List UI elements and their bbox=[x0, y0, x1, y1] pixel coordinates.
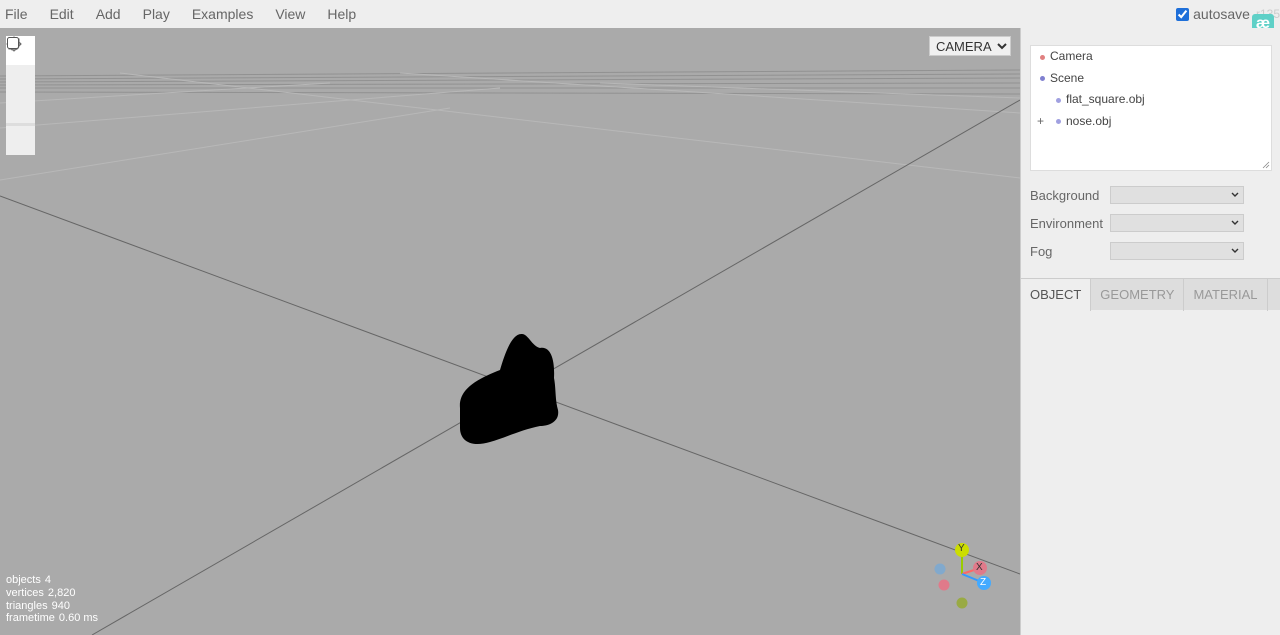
gizmo-neg-x bbox=[938, 579, 950, 591]
environment-row: Environment bbox=[1030, 213, 1272, 233]
mesh-dot-icon bbox=[1056, 97, 1061, 103]
scene-info: objects 4 vertices 2,820 triangles 940 fram… bbox=[6, 574, 98, 625]
triangles-label: triangles bbox=[6, 599, 48, 612]
mesh-dot-icon bbox=[1056, 119, 1061, 124]
mesh-object[interactable] bbox=[459, 333, 559, 445]
fog-label: Fog bbox=[1030, 243, 1053, 259]
background-label: Background bbox=[1030, 187, 1100, 203]
menu-edit[interactable]: Edit bbox=[39, 0, 85, 28]
scale-button[interactable] bbox=[6, 38, 35, 123]
autosave-label: autosave bbox=[1193, 6, 1250, 22]
menu-examples[interactable]: Examples bbox=[181, 0, 264, 28]
frametime-value: 0.60 ms bbox=[58, 612, 99, 625]
outliner-item-nose[interactable]: + nose.obj bbox=[1031, 111, 1271, 133]
sidebar: Camera Scene flat_square.obj + nose.obj … bbox=[1020, 28, 1280, 635]
expand-icon[interactable]: + bbox=[1037, 111, 1044, 133]
tab-material[interactable]: MATERIAL bbox=[1184, 279, 1268, 311]
menu-view[interactable]: View bbox=[264, 0, 316, 28]
menu-file[interactable]: File bbox=[0, 0, 39, 28]
environment-label: Environment bbox=[1030, 215, 1103, 231]
menu-help[interactable]: Help bbox=[316, 0, 367, 28]
properties-tabs: OBJECT GEOMETRY MATERIAL bbox=[1021, 278, 1280, 311]
objects-label: objects bbox=[6, 574, 41, 587]
vertices-count: 2,820 bbox=[47, 586, 76, 599]
gizmo-neg-z bbox=[934, 563, 946, 575]
fog-select[interactable] bbox=[1110, 242, 1244, 260]
background-row: Background bbox=[1030, 185, 1272, 205]
fog-row: Fog bbox=[1030, 241, 1272, 261]
scene-outliner[interactable]: Camera Scene flat_square.obj + nose.obj bbox=[1030, 45, 1272, 171]
outliner-label: Scene bbox=[1050, 70, 1085, 85]
background-select[interactable] bbox=[1110, 186, 1244, 204]
menu-add[interactable]: Add bbox=[85, 0, 132, 28]
triangles-count: 940 bbox=[51, 599, 70, 612]
camera-select[interactable]: CAMERA bbox=[929, 36, 1011, 56]
outliner-label: Camera bbox=[1050, 49, 1093, 63]
outliner-item-scene[interactable]: Scene bbox=[1031, 68, 1271, 90]
menu-play[interactable]: Play bbox=[132, 0, 181, 28]
scene-grid bbox=[0, 69, 1020, 635]
gizmo-y-label: Y bbox=[958, 543, 965, 554]
outliner-item-camera[interactable]: Camera bbox=[1031, 46, 1271, 68]
tab-geometry[interactable]: GEOMETRY bbox=[1091, 279, 1185, 311]
camera-dot-icon bbox=[1040, 54, 1045, 60]
outliner-label: flat_square.obj bbox=[1066, 92, 1145, 106]
chevron-down-icon bbox=[1231, 220, 1239, 225]
outliner-label: nose.obj bbox=[1066, 113, 1112, 128]
autosave-checkbox[interactable] bbox=[1176, 7, 1190, 21]
scene-dot-icon bbox=[1040, 76, 1045, 81]
viewport-canvas[interactable]: Y X Z CAMERA objects 4 vertices 2,820 tr… bbox=[0, 28, 1020, 635]
tab-object[interactable]: OBJECT bbox=[1021, 279, 1092, 311]
menubar: File Edit Add Play Examples View Help au… bbox=[0, 0, 1280, 34]
local-space-button[interactable] bbox=[6, 37, 35, 155]
frametime-label: frametime bbox=[6, 612, 55, 625]
environment-select[interactable] bbox=[1110, 214, 1244, 232]
checkbox-icon bbox=[7, 37, 19, 49]
transform-toolbar bbox=[6, 36, 35, 155]
gizmo-neg-y bbox=[956, 597, 968, 609]
gizmo-z-label: Z bbox=[980, 577, 987, 588]
objects-count: 4 bbox=[44, 574, 51, 587]
gizmo-x-label: X bbox=[976, 562, 983, 573]
vertices-label: vertices bbox=[6, 586, 44, 599]
outliner-item-flat-square[interactable]: flat_square.obj bbox=[1031, 89, 1271, 111]
chevron-down-icon bbox=[1231, 248, 1239, 253]
resize-handle-icon[interactable] bbox=[1262, 161, 1270, 169]
chevron-down-icon bbox=[1231, 192, 1239, 197]
rotate-button[interactable] bbox=[6, 37, 35, 94]
